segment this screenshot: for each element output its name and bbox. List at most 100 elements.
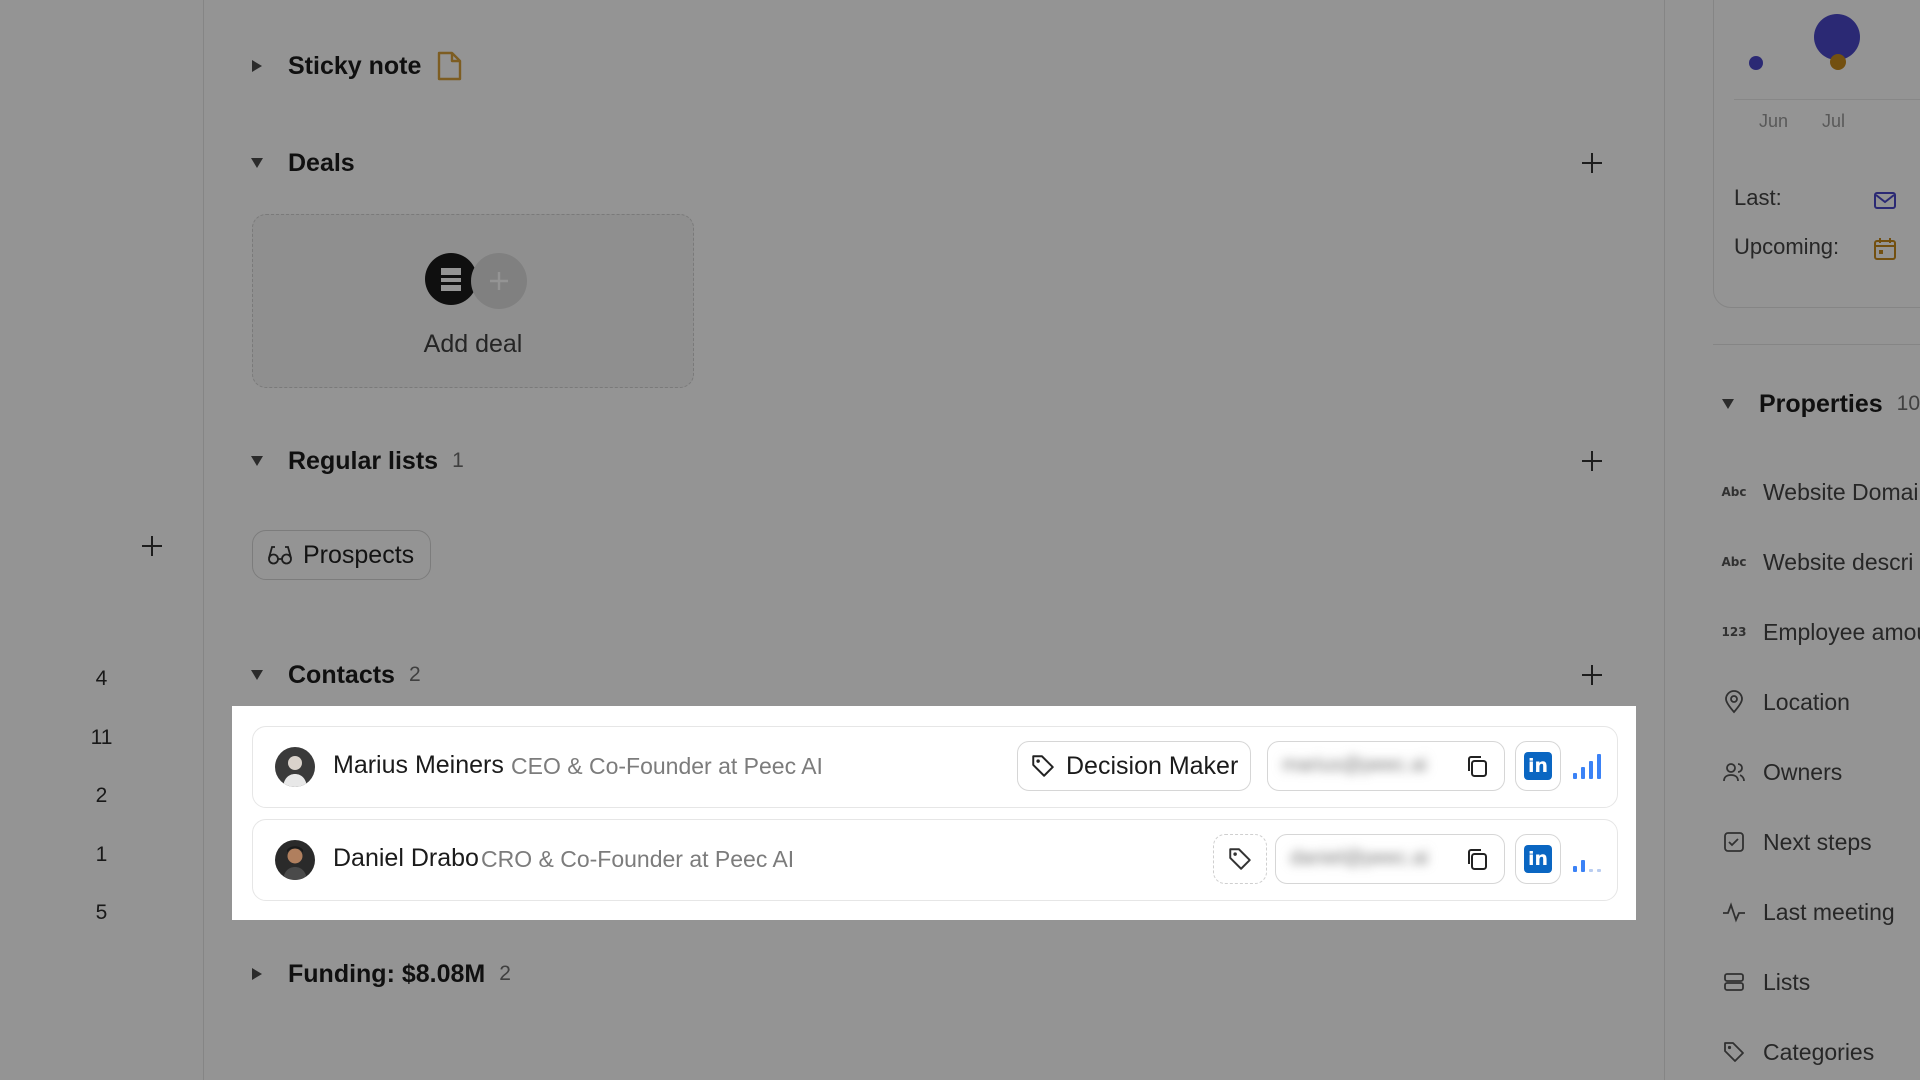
- upcoming-activity-label: Upcoming:: [1734, 234, 1840, 259]
- property-label: Categories: [1763, 1038, 1875, 1065]
- linkedin-icon: in: [1524, 752, 1552, 780]
- copy-icon[interactable]: [1464, 753, 1490, 779]
- add-contact-plus-icon[interactable]: [1578, 661, 1606, 689]
- contact-title: CRO & Co-Founder at Peec AI: [481, 846, 795, 872]
- property-label: Website Domai: [1763, 478, 1919, 505]
- expand-icon[interactable]: [250, 59, 264, 73]
- property-employee-amount[interactable]: 123 Employee amou: [1721, 612, 1920, 652]
- gutter-count: 2: [95, 784, 108, 807]
- linkedin-button[interactable]: in: [1515, 741, 1561, 791]
- collapse-icon[interactable]: [250, 454, 264, 468]
- property-website-domain[interactable]: Abc Website Domai: [1721, 472, 1919, 512]
- users-icon: [1721, 759, 1747, 785]
- mail-icon[interactable]: [1872, 187, 1898, 213]
- month-label: Jul: [1822, 111, 1846, 131]
- deals-section-header[interactable]: Deals: [250, 145, 355, 181]
- left-gutter: 4 11 2 1 5: [0, 0, 204, 1080]
- avatar[interactable]: [275, 840, 315, 880]
- contact-tag[interactable]: Decision Maker: [1017, 741, 1252, 791]
- month-label: Jun: [1759, 111, 1789, 131]
- avatar[interactable]: [275, 747, 315, 787]
- timeline-divider: [1734, 99, 1920, 100]
- add-deal-card[interactable]: Add deal: [252, 214, 694, 388]
- contact-row[interactable]: Daniel Drabo CRO & Co-Founder at Peec AI…: [252, 819, 1618, 901]
- add-list-plus-icon[interactable]: [1578, 447, 1606, 475]
- add-tag-button[interactable]: [1213, 834, 1267, 884]
- section-title: Deals: [288, 148, 355, 177]
- property-label: Last meeting: [1763, 898, 1895, 925]
- property-next-steps[interactable]: Next steps: [1721, 822, 1872, 862]
- linkedin-button[interactable]: in: [1515, 834, 1561, 884]
- list-chip-prospects[interactable]: Prospects: [252, 530, 432, 580]
- property-last-meeting[interactable]: Last meeting: [1721, 892, 1895, 932]
- abc-icon: Abc: [1721, 555, 1747, 569]
- property-label: Next steps: [1763, 828, 1872, 855]
- section-title: Regular lists: [288, 446, 439, 475]
- section-title: Properties: [1759, 389, 1883, 418]
- property-lists[interactable]: Lists: [1721, 962, 1810, 1002]
- calendar-icon[interactable]: [1872, 236, 1898, 262]
- contact-name[interactable]: Marius Meiners: [333, 751, 504, 780]
- property-label: Employee amou: [1763, 618, 1920, 645]
- tag-icon: [1721, 1039, 1747, 1065]
- property-categories[interactable]: Categories: [1721, 1032, 1874, 1072]
- linkedin-icon: in: [1524, 845, 1552, 873]
- activity-dot: [1749, 56, 1763, 70]
- funding-section-header[interactable]: Funding: $8.08M 2: [250, 956, 511, 992]
- right-sidebar: Jun Jul Last: Upcoming: Properties 10 Ab…: [1664, 0, 1920, 1080]
- contact-row[interactable]: Marius Meiners CEO & Co-Founder at Peec …: [252, 726, 1618, 808]
- tag-icon: [1229, 848, 1251, 870]
- signal-strength-icon: [1573, 860, 1601, 872]
- gutter-count: 1: [95, 843, 108, 866]
- add-deal-label: Add deal: [423, 330, 523, 358]
- property-owners[interactable]: Owners: [1721, 752, 1842, 792]
- sticky-note-section-header[interactable]: Sticky note: [250, 48, 463, 84]
- tag-label: Decision Maker: [1066, 751, 1239, 780]
- section-count: 2: [499, 962, 511, 985]
- copy-icon[interactable]: [1464, 846, 1490, 872]
- divider: [1713, 344, 1920, 345]
- email-value: daniel@peec.ai: [1290, 847, 1429, 869]
- expand-icon[interactable]: [250, 967, 264, 981]
- pulse-icon: [1721, 899, 1747, 925]
- note-icon: [438, 51, 462, 81]
- company-logo-icon: [425, 253, 477, 305]
- signal-strength-icon: [1573, 754, 1601, 779]
- contacts-list: Marius Meiners CEO & Co-Founder at Peec …: [232, 706, 1632, 920]
- number-icon: 123: [1721, 625, 1747, 639]
- section-count: 1: [452, 449, 464, 472]
- properties-section-header[interactable]: Properties 10: [1721, 386, 1920, 422]
- contact-title: CEO & Co-Founder at Peec AI: [511, 753, 823, 779]
- property-location[interactable]: Location: [1721, 682, 1850, 722]
- email-field[interactable]: marius@peec.ai: [1267, 741, 1505, 791]
- section-title: Funding: $8.08M: [288, 959, 486, 988]
- gutter-count: 5: [95, 901, 108, 924]
- gutter-add-icon[interactable]: [138, 532, 166, 560]
- email-field[interactable]: daniel@peec.ai: [1275, 834, 1505, 884]
- section-title: Contacts: [288, 660, 395, 689]
- section-count: 10: [1896, 392, 1920, 415]
- meeting-dot: [1830, 54, 1846, 70]
- add-deal-plus-icon[interactable]: [1578, 149, 1606, 177]
- plus-icon: [471, 253, 527, 309]
- collapse-icon[interactable]: [250, 156, 264, 170]
- collapse-icon[interactable]: [1721, 397, 1735, 411]
- property-label: Lists: [1763, 968, 1811, 995]
- gutter-count: 11: [90, 726, 113, 749]
- contact-name[interactable]: Daniel Drabo: [333, 844, 479, 873]
- activity-card: Jun Jul Last: Upcoming:: [1713, 0, 1920, 308]
- list-chip-label: Prospects: [303, 540, 415, 569]
- abc-icon: Abc: [1721, 485, 1747, 499]
- property-website-description[interactable]: Abc Website descri: [1721, 542, 1914, 582]
- section-count: 2: [408, 663, 421, 686]
- section-title: Sticky note: [288, 51, 422, 80]
- glasses-icon: [268, 546, 292, 565]
- regular-lists-section-header[interactable]: Regular lists 1: [250, 443, 464, 479]
- email-value: marius@peec.ai: [1282, 754, 1427, 776]
- property-label: Owners: [1763, 758, 1843, 785]
- property-label: Location: [1763, 688, 1850, 715]
- last-activity-label: Last:: [1734, 185, 1782, 210]
- contacts-section-header[interactable]: Contacts 2: [250, 657, 421, 693]
- tag-icon: [1032, 755, 1054, 777]
- collapse-icon[interactable]: [250, 668, 264, 682]
